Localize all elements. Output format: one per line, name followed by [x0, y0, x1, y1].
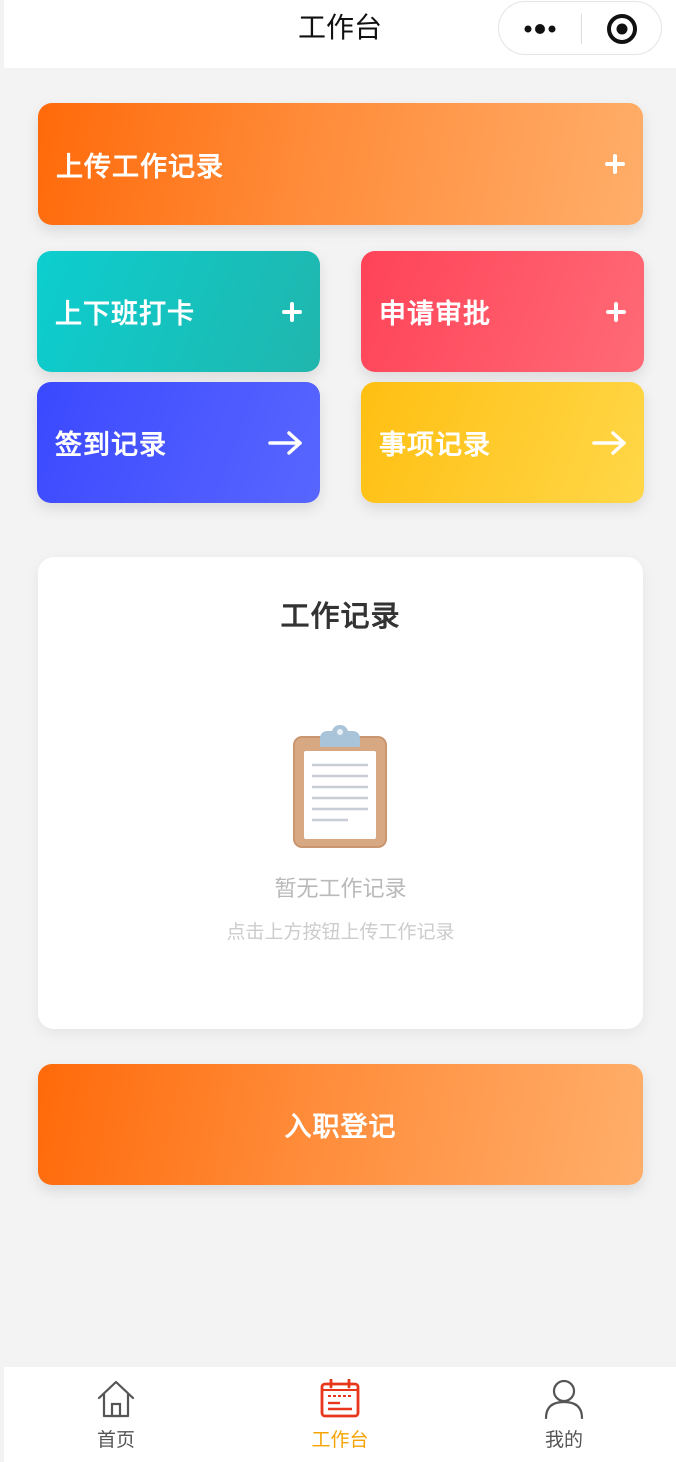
- clock-in-out-button[interactable]: 上下班打卡: [37, 251, 320, 372]
- matter-records-label: 事项记录: [379, 430, 491, 461]
- capsule-close-icon: [607, 14, 637, 44]
- clock-in-out-label: 上下班打卡: [55, 299, 195, 330]
- arrow-right-icon: [592, 430, 626, 455]
- more-dots-icon: [524, 24, 556, 34]
- tab-workbench[interactable]: 工作台: [228, 1367, 452, 1462]
- upload-work-record-button[interactable]: 上传工作记录: [38, 103, 643, 225]
- workbench-page: 工作台 上传工作记录 上下班打卡 申请审批 签到记录 事项记录 工作记录 暂无工…: [0, 0, 676, 1462]
- work-records-panel: 工作记录 暂无工作记录 点击上方按钮上传工作记录: [38, 557, 643, 1029]
- tab-home[interactable]: 首页: [4, 1367, 228, 1462]
- checkin-records-label: 签到记录: [55, 430, 167, 461]
- tab-workbench-label: 工作台: [311, 1429, 369, 1451]
- navigation-bar: 工作台: [4, 0, 676, 68]
- onboarding-registration-label: 入职登记: [284, 1112, 397, 1143]
- more-button[interactable]: [499, 2, 581, 54]
- home-icon: [97, 1380, 135, 1418]
- plus-icon: [606, 301, 626, 322]
- work-records-title: 工作记录: [280, 599, 401, 633]
- tab-mine[interactable]: 我的: [452, 1367, 676, 1462]
- upload-work-record-label: 上传工作记录: [56, 151, 224, 183]
- empty-state-hint: 点击上方按钮上传工作记录: [226, 921, 455, 943]
- clipboard-icon: [293, 725, 387, 848]
- mini-program-capsule: [498, 1, 662, 55]
- onboarding-registration-button[interactable]: 入职登记: [38, 1064, 643, 1185]
- user-icon: [544, 1379, 584, 1419]
- tab-bar: 首页 工作台 我的: [4, 1367, 676, 1462]
- apply-approval-label: 申请审批: [379, 299, 491, 330]
- apply-approval-button[interactable]: 申请审批: [361, 251, 644, 372]
- checkin-records-button[interactable]: 签到记录: [37, 382, 320, 503]
- tab-home-label: 首页: [96, 1429, 135, 1451]
- close-button[interactable]: [582, 2, 662, 54]
- tab-mine-label: 我的: [544, 1429, 583, 1451]
- plus-icon: [282, 301, 302, 322]
- matter-records-button[interactable]: 事项记录: [361, 382, 644, 503]
- plus-icon: [605, 154, 625, 174]
- workbench-icon: [320, 1379, 360, 1418]
- arrow-right-icon: [268, 430, 302, 455]
- empty-state-title: 暂无工作记录: [274, 877, 407, 902]
